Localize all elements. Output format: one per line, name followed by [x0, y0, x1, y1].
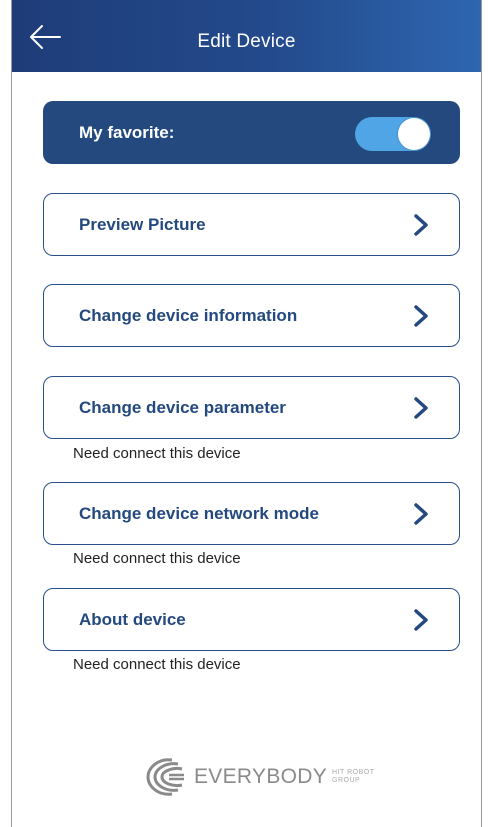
- menu-item-change-device-information[interactable]: Change device information: [43, 284, 460, 347]
- back-button[interactable]: [22, 18, 68, 56]
- chevron-right-icon: [414, 503, 428, 525]
- menu-item-label: Preview Picture: [79, 215, 206, 234]
- favorite-label: My favorite:: [79, 123, 175, 142]
- chevron-right-icon: [414, 305, 428, 327]
- menu-item-change-device-parameter[interactable]: Change device parameter: [43, 376, 460, 439]
- connection-hint: Need connect this device: [73, 445, 241, 462]
- favorite-toggle[interactable]: [355, 117, 431, 151]
- app-screen: Edit Device My favorite: Preview Picture…: [11, 0, 482, 827]
- chevron-right-icon: [414, 397, 428, 419]
- menu-item-preview-picture[interactable]: Preview Picture: [43, 193, 460, 256]
- page-title: Edit Device: [197, 31, 296, 52]
- toggle-knob: [398, 118, 430, 150]
- connection-hint: Need connect this device: [73, 550, 241, 567]
- arrow-left-icon: [30, 25, 61, 49]
- brand-subtitle-line: HIT ROBOT: [332, 769, 375, 776]
- logo-mark-icon: [146, 758, 184, 796]
- menu-item-about-device[interactable]: About device: [43, 588, 460, 651]
- menu-item-label: Change device network mode: [79, 504, 319, 523]
- menu-item-label: Change device information: [79, 306, 298, 325]
- menu-item-change-device-network-mode[interactable]: Change device network mode: [43, 482, 460, 545]
- favorite-row: My favorite:: [43, 101, 460, 164]
- connection-hint: Need connect this device: [73, 656, 241, 673]
- brand-subtitle-line: GROUP: [332, 777, 361, 784]
- app-header: Edit Device: [12, 0, 481, 72]
- menu-item-label: About device: [79, 610, 186, 629]
- brand-subtitle: HIT ROBOT GROUP: [332, 769, 374, 785]
- menu-item-label: Change device parameter: [79, 398, 286, 417]
- brand-logo: EVERYBODY HIT ROBOT GROUP: [142, 752, 375, 802]
- chevron-right-icon: [414, 609, 428, 631]
- chevron-right-icon: [414, 214, 428, 236]
- brand-name: EVERYBODY: [194, 765, 328, 788]
